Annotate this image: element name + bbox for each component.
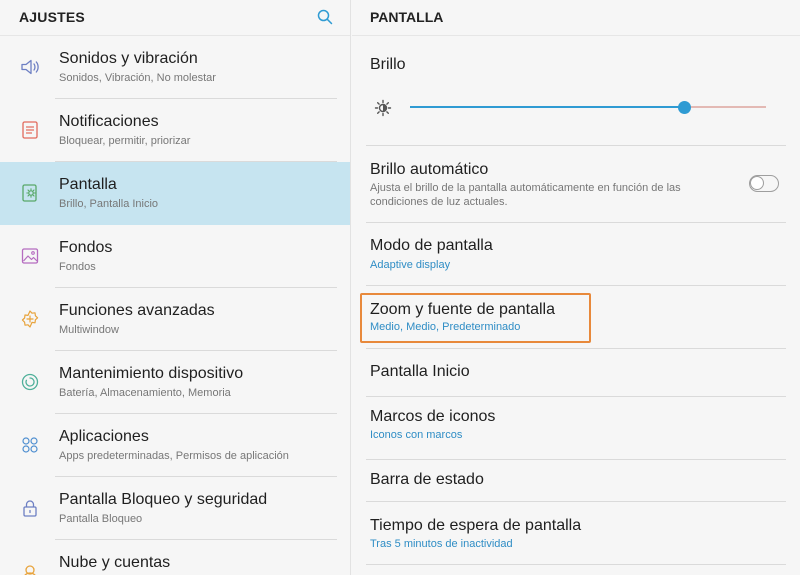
menu-item-sub: Batería, Almacenamiento, Memoria (59, 387, 231, 399)
menu-item-label: Funciones avanzadas (59, 302, 215, 319)
brightness-row: Brillo (352, 36, 800, 146)
menu-item-cloud-accounts[interactable]: Nube y cuentas (0, 540, 350, 575)
brightness-slider-fill (410, 106, 684, 108)
menu-item-sub: Brillo, Pantalla Inicio (59, 198, 159, 210)
screen-timeout-row[interactable]: Tiempo de espera de pantalla Tras 5 minu… (352, 502, 800, 565)
screen-mode-value: Adaptive display (370, 259, 451, 271)
brightness-label: Brillo (370, 56, 406, 73)
menu-item-sub: Bloquear, permitir, priorizar (59, 135, 191, 147)
screen-timeout-value: Tras 5 minutos de inactividad (370, 538, 513, 550)
menu-item-lock-security[interactable]: Pantalla Bloqueo y seguridad Pantalla Bl… (0, 477, 350, 540)
menu-item-label: Notificaciones (59, 113, 159, 130)
page-title: PANTALLA (370, 9, 444, 25)
screen-mode-row[interactable]: Modo de pantalla Adaptive display (352, 223, 800, 286)
advanced-features-icon (21, 310, 39, 328)
display-settings: PANTALLA Brillo Brillo automático Ajusta… (352, 0, 800, 575)
screen-timeout-label: Tiempo de espera de pantalla (370, 517, 582, 534)
menu-item-display[interactable]: Pantalla Brillo, Pantalla Inicio (0, 162, 350, 225)
brightness-icon (374, 99, 392, 117)
menu-item-device-maintenance[interactable]: Mantenimiento dispositivo Batería, Almac… (0, 351, 350, 414)
right-header: PANTALLA (352, 0, 800, 36)
menu-item-sub: Fondos (59, 261, 96, 273)
status-bar-label: Barra de estado (370, 471, 484, 488)
auto-brightness-label: Brillo automático (370, 161, 489, 178)
status-bar-row[interactable]: Barra de estado (352, 460, 800, 502)
brightness-slider-thumb[interactable] (678, 101, 691, 114)
menu-item-label: Sonidos y vibración (59, 50, 198, 67)
settings-menu: AJUSTES Sonidos y vibración Sonidos, Vib… (0, 0, 351, 575)
menu-item-label: Pantalla Bloqueo y seguridad (59, 491, 268, 508)
icon-frames-value: Iconos con marcos (370, 429, 463, 441)
menu-item-sub: Multiwindow (59, 324, 119, 336)
auto-brightness-desc: Ajusta el brillo de la pantalla automáti… (370, 182, 681, 208)
home-screen-label: Pantalla Inicio (370, 363, 470, 380)
search-icon[interactable] (316, 8, 334, 26)
icon-frames-label: Marcos de iconos (370, 408, 496, 425)
speaker-icon (21, 59, 39, 75)
menu-item-sub: Sonidos, Vibración, No molestar (59, 72, 216, 84)
menu-item-label: Aplicaciones (59, 428, 149, 445)
apps-icon (22, 437, 38, 453)
wallpaper-icon (21, 248, 39, 264)
settings-app: AJUSTES Sonidos y vibración Sonidos, Vib… (0, 0, 800, 575)
menu-item-label: Nube y cuentas (59, 554, 171, 571)
menu-item-sub: Apps predeterminadas, Permisos de aplica… (59, 450, 289, 462)
menu-item-applications[interactable]: Aplicaciones Apps predeterminadas, Permi… (0, 414, 350, 477)
screen-mode-label: Modo de pantalla (370, 237, 493, 254)
menu-item-sub: Pantalla Bloqueo (59, 513, 143, 525)
auto-brightness-toggle[interactable] (749, 175, 779, 192)
divider (366, 564, 786, 565)
display-icon (22, 184, 37, 202)
menu-item-sounds[interactable]: Sonidos y vibración Sonidos, Vibración, … (0, 36, 350, 99)
menu-item-label: Fondos (59, 239, 113, 256)
menu-item-notifications[interactable]: Notificaciones Bloquear, permitir, prior… (0, 99, 350, 162)
notifications-icon (22, 121, 38, 139)
menu-item-advanced-features[interactable]: Funciones avanzadas Multiwindow (0, 288, 350, 351)
menu-item-label: Mantenimiento dispositivo (59, 365, 244, 382)
left-header: AJUSTES (0, 0, 350, 36)
icon-frames-row[interactable]: Marcos de iconos Iconos con marcos (352, 397, 800, 460)
device-maintenance-icon (21, 373, 39, 391)
settings-title: AJUSTES (19, 9, 85, 25)
zoom-font-highlight-box (360, 293, 591, 343)
cloud-accounts-icon (24, 565, 36, 575)
auto-brightness-row[interactable]: Brillo automático Ajusta el brillo de la… (352, 146, 800, 223)
lock-icon (23, 500, 37, 517)
menu-item-wallpapers[interactable]: Fondos Fondos (0, 225, 350, 288)
home-screen-row[interactable]: Pantalla Inicio (352, 349, 800, 397)
menu-item-label: Pantalla (59, 176, 117, 193)
